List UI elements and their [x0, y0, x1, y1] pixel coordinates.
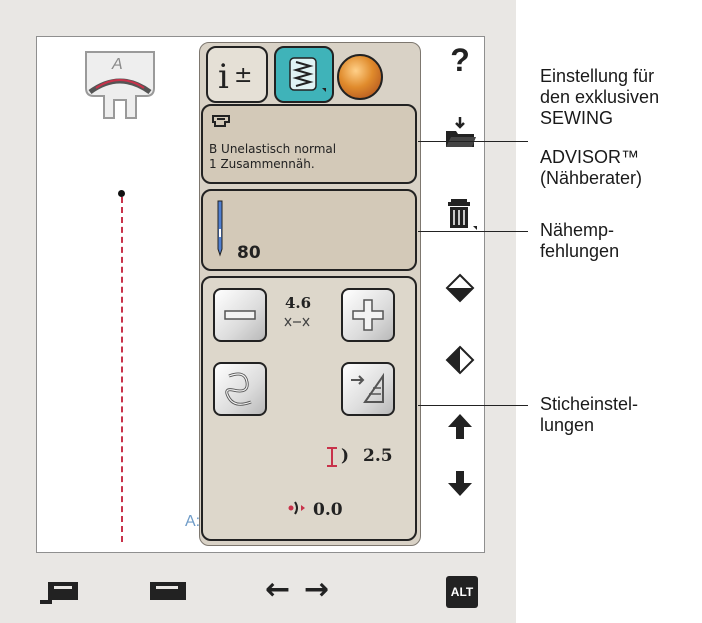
- annotation-line: den exklusiven: [540, 87, 660, 107]
- svg-text:±: ±: [234, 63, 252, 88]
- sewing-machine-icon: [212, 115, 230, 127]
- arrow-right-icon[interactable]: →: [304, 572, 329, 607]
- presser-foot-up-icon: [150, 582, 186, 600]
- annotation-line: ADVISOR™: [540, 147, 640, 167]
- annotation-stitch-settings: Sticheinstel- lungen: [540, 394, 638, 436]
- stitch-options-button[interactable]: [213, 362, 267, 416]
- stitch-position-value: 0.0: [313, 500, 343, 520]
- leader-line-settings: [418, 405, 528, 406]
- tapering-button[interactable]: [341, 362, 395, 416]
- stitch-width-icon: [284, 317, 310, 327]
- presser-foot-letter: A: [112, 56, 123, 73]
- plus-icon: [352, 299, 384, 331]
- tab-stitch-menu[interactable]: [274, 46, 334, 103]
- stitch-width-value: 4.6: [285, 294, 312, 312]
- arrow-left-icon[interactable]: ←: [265, 572, 290, 607]
- leader-line-recommendations: [418, 231, 528, 232]
- arrow-up-icon: [448, 414, 472, 439]
- help-icon: ?: [450, 41, 470, 78]
- delete-button[interactable]: [442, 196, 478, 232]
- sewing-recommendations-box: 80: [201, 189, 417, 271]
- stitch-length-icon: [327, 447, 337, 467]
- mirror-end-button[interactable]: [442, 342, 478, 378]
- presser-foot-down-icon: [40, 582, 78, 604]
- folder-load-icon: [446, 117, 476, 147]
- tab-info[interactable]: i ±: [206, 46, 268, 103]
- leader-line-advisor: [418, 141, 528, 142]
- decrease-width-button[interactable]: [213, 288, 267, 342]
- annotation-recommendations: Nähemp- fehlungen: [540, 220, 619, 262]
- stitch-start-dot: [118, 190, 125, 197]
- sewing-advisor-box[interactable]: B Unelastisch normal 1 Zusammennäh.: [201, 104, 417, 184]
- stitch-length-bracket: ): [341, 446, 350, 466]
- annotation-line: SEWING: [540, 108, 614, 128]
- annotation-sewing-advisor: Einstellung für den exklusiven SEWING AD…: [540, 66, 659, 189]
- stitch-preview-line: [121, 197, 123, 542]
- annotation-line: lungen: [540, 415, 595, 435]
- annotation-line: Einstellung für: [540, 66, 655, 86]
- increase-width-button[interactable]: [341, 288, 395, 342]
- stitch-length-value: 2.5: [363, 446, 393, 466]
- needle-size-value: 80: [237, 243, 261, 263]
- arrow-down-button[interactable]: [442, 466, 478, 502]
- arrow-up-button[interactable]: [442, 408, 478, 444]
- annotation-line: Sticheinstel-: [540, 394, 639, 414]
- annotation-line: (Näh­berater): [540, 168, 643, 188]
- annotation-line: Nähemp-: [540, 220, 615, 240]
- load-button[interactable]: [442, 114, 478, 150]
- mirror-side-button[interactable]: [442, 270, 478, 306]
- tapering-icon: [351, 372, 384, 403]
- presser-foot-down-button[interactable]: [38, 578, 80, 610]
- fabric-type-text: B Unelastisch normal: [209, 142, 337, 156]
- stitch-position-icon: [288, 501, 305, 515]
- minus-icon: [224, 310, 256, 320]
- stitch-settings-box: 4.6 ) 2.5 0.0: [201, 276, 417, 541]
- stitch-zigzag-icon: [289, 57, 326, 92]
- mirror-horizontal-icon: [445, 273, 475, 303]
- arrow-down-icon: [448, 471, 472, 496]
- mirror-vertical-icon: [445, 345, 475, 375]
- needle-icon: [217, 200, 223, 257]
- trash-icon: [448, 199, 477, 230]
- info-plusminus-icon: i ±: [218, 57, 252, 97]
- svg-text:i: i: [218, 57, 229, 97]
- thread-color-icon[interactable]: [337, 54, 383, 100]
- alt-button[interactable]: ALT: [446, 576, 478, 608]
- alt-label: ALT: [450, 585, 474, 599]
- presser-foot-up-button[interactable]: [146, 578, 188, 610]
- stitch-loops-icon: [225, 372, 252, 406]
- help-button[interactable]: ?: [442, 42, 478, 78]
- technique-text: 1 Zusammennäh.: [209, 157, 315, 171]
- annotation-line: fehlungen: [540, 241, 620, 261]
